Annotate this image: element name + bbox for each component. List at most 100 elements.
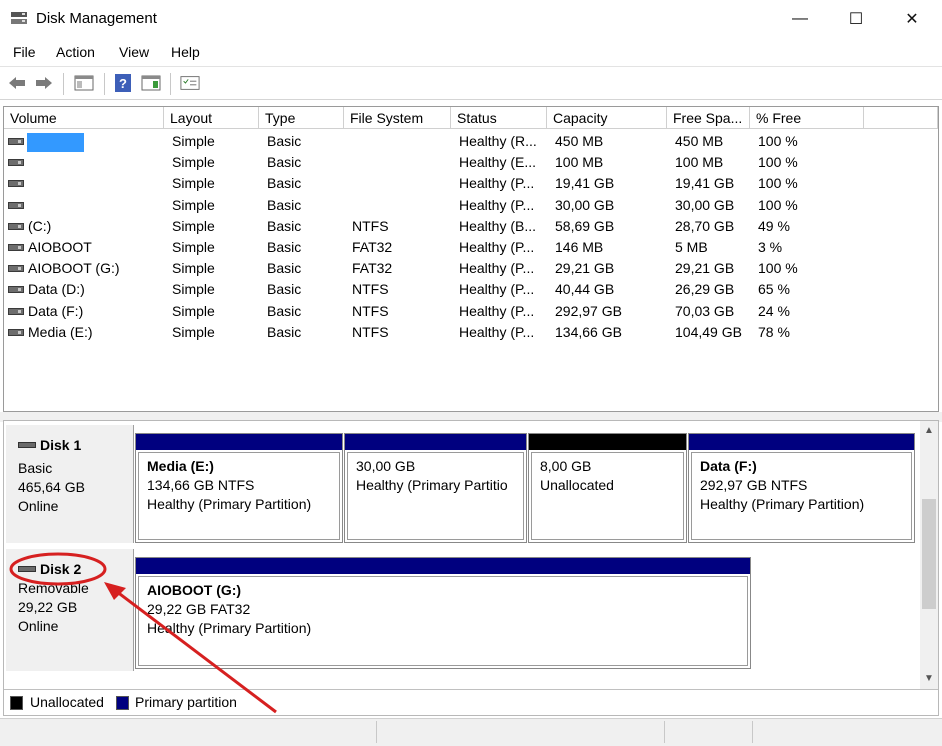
volume-row[interactable]: Simple Basic Healthy (E... 100 MB 100 MB 100 … — [4, 152, 938, 173]
checklist-icon[interactable] — [180, 73, 200, 93]
disk-1-label[interactable]: Disk 1 Basic 465,64 GB Online — [6, 425, 134, 543]
toolbar-separator — [170, 73, 171, 95]
cell-layout: Simple — [172, 281, 215, 298]
volume-row[interactable]: Media (E:) Simple Basic NTFS Healthy (P... 13… — [4, 322, 938, 343]
menu-view[interactable]: View — [119, 44, 149, 60]
cell-fs: NTFS — [352, 281, 389, 298]
cell-capacity: 19,41 GB — [555, 175, 615, 192]
cell-fs: NTFS — [352, 217, 389, 234]
minimize-button[interactable]: — — [772, 0, 828, 38]
partition-bar — [136, 434, 342, 450]
col-capacity-header[interactable]: Capacity — [547, 107, 667, 129]
col-filesystem-header[interactable]: File System — [344, 107, 451, 129]
cell-fs: FAT32 — [352, 260, 393, 277]
cell-status: Healthy (P... — [459, 281, 535, 298]
disk-icon — [18, 442, 36, 448]
cell-type: Basic — [267, 175, 302, 192]
cell-status: Healthy (P... — [459, 239, 535, 255]
drive-icon — [8, 180, 24, 188]
col-type-header[interactable]: Type — [259, 107, 344, 129]
volume-row[interactable]: AIOBOOT (G:) Simple Basic FAT32 Healthy (P..… — [4, 258, 938, 279]
disk-2-label[interactable]: Disk 2 Removable 29,22 GB Online — [6, 549, 134, 671]
cell-free: 100 MB — [675, 154, 724, 171]
cell-free: 29,21 GB — [675, 260, 735, 277]
col-empty-header — [864, 107, 938, 129]
partition-bar — [345, 434, 526, 450]
status-divider — [664, 721, 665, 743]
maximize-icon: ☐ — [848, 11, 864, 28]
partition-status: Healthy (Primary Partition) — [147, 496, 312, 512]
forward-icon[interactable] — [34, 73, 54, 93]
cell-free: 28,70 GB — [675, 217, 735, 234]
scroll-down-icon[interactable]: ▼ — [924, 673, 934, 684]
partition-data-f[interactable]: Data (F:) 292,97 GB NTFS Healthy (Primary … — [688, 433, 915, 543]
properties-icon[interactable] — [74, 73, 94, 93]
cell-layout: Simple — [172, 133, 215, 149]
volume-row[interactable]: Data (D:) Simple Basic NTFS Healthy (P... 40,… — [4, 279, 938, 300]
cell-status: Healthy (P... — [459, 196, 535, 213]
col-percent-free-header[interactable]: % Free — [750, 107, 864, 129]
cell-free: 26,29 GB — [675, 281, 735, 298]
cell-type: Basic — [267, 302, 302, 319]
cell-layout: Simple — [172, 217, 215, 234]
cell-volume: AIOBOOT — [28, 239, 92, 255]
partition-status: Healthy (Primary Partition) — [147, 620, 312, 636]
disk-size: 465,64 GB — [18, 479, 85, 495]
col-layout-header[interactable]: Layout — [164, 107, 259, 129]
menu-file[interactable]: File — [13, 44, 36, 60]
cell-type: Basic — [267, 260, 302, 277]
partition-name: Data (F:) — [700, 458, 757, 474]
volume-row[interactable]: (C:) Simple Basic NTFS Healthy (B... 58,69 GB… — [4, 216, 938, 237]
col-free-space-header[interactable]: Free Spa... — [667, 107, 750, 129]
cell-layout: Simple — [172, 302, 215, 319]
drive-icon — [8, 201, 24, 209]
col-volume-header[interactable]: Volume — [4, 107, 164, 129]
close-button[interactable]: ✕ — [884, 0, 940, 38]
cell-free: 70,03 GB — [675, 302, 735, 319]
partition-bar — [689, 434, 914, 450]
volume-row[interactable]: AIOBOOT Simple Basic FAT32 Healthy (P... 146 … — [4, 237, 938, 258]
cell-type: Basic — [267, 239, 302, 255]
cell-pct: 65 % — [758, 281, 790, 298]
cell-layout: Simple — [172, 154, 215, 171]
console-icon[interactable] — [141, 73, 161, 93]
primary-swatch — [116, 696, 129, 710]
partition-status: Healthy (Primary Partition) — [700, 496, 865, 512]
scroll-thumb[interactable] — [922, 499, 936, 609]
partition-size: 30,00 GB — [356, 458, 416, 474]
cell-pct: 100 % — [758, 154, 798, 171]
scroll-up-icon[interactable]: ▲ — [924, 425, 934, 436]
cell-capacity: 30,00 GB — [555, 196, 615, 213]
cell-capacity: 40,44 GB — [555, 281, 615, 298]
help-icon[interactable]: ? — [113, 73, 133, 93]
partition-bar — [136, 558, 750, 574]
partition-status: Healthy (Primary Partitio — [356, 477, 508, 493]
partition-size: 134,66 GB NTFS — [147, 477, 255, 493]
volume-row[interactable]: Simple Basic Healthy (P... 30,00 GB 30,00 GB… — [4, 195, 938, 216]
cell-pct: 100 % — [758, 196, 798, 213]
volume-row[interactable]: Simple Basic Healthy (P... 19,41 GB 19,41 GB… — [4, 173, 938, 194]
cell-type: Basic — [267, 154, 302, 171]
partition-size: 292,97 GB NTFS — [700, 477, 808, 493]
cell-free: 450 MB — [675, 133, 724, 149]
partition-unallocated[interactable]: 8,00 GB Unallocated — [528, 433, 687, 543]
back-icon[interactable] — [7, 73, 27, 93]
drive-icon — [8, 328, 24, 336]
menu-action[interactable]: Action — [56, 44, 95, 60]
cell-pct: 100 % — [758, 260, 798, 277]
col-status-header[interactable]: Status — [451, 107, 547, 129]
maximize-button[interactable]: ☐ — [828, 0, 884, 38]
disk-view-scrollbar[interactable]: ▲ ▼ — [920, 421, 938, 689]
drive-icon — [8, 307, 24, 315]
partition-aioboot-g[interactable]: AIOBOOT (G:) 29,22 GB FAT32 Healthy (Prima… — [135, 557, 751, 669]
partition-media-e[interactable]: Media (E:) 134,66 GB NTFS Healthy (Primary… — [135, 433, 343, 543]
volume-list: Volume Layout Type File System Status Ca… — [3, 106, 939, 412]
cell-free: 5 MB — [675, 239, 708, 255]
cell-layout: Simple — [172, 323, 215, 340]
partition-30gb[interactable]: 30,00 GB Healthy (Primary Partitio — [344, 433, 527, 543]
volume-row[interactable]: Data (F:) Simple Basic NTFS Healthy (P... 292… — [4, 301, 938, 322]
volume-row[interactable]: Simple Basic Healthy (R... 450 MB 450 MB 100 … — [4, 131, 938, 152]
close-icon: ✕ — [905, 11, 919, 28]
menu-help[interactable]: Help — [171, 44, 200, 60]
partition-size: 8,00 GB — [540, 458, 592, 474]
